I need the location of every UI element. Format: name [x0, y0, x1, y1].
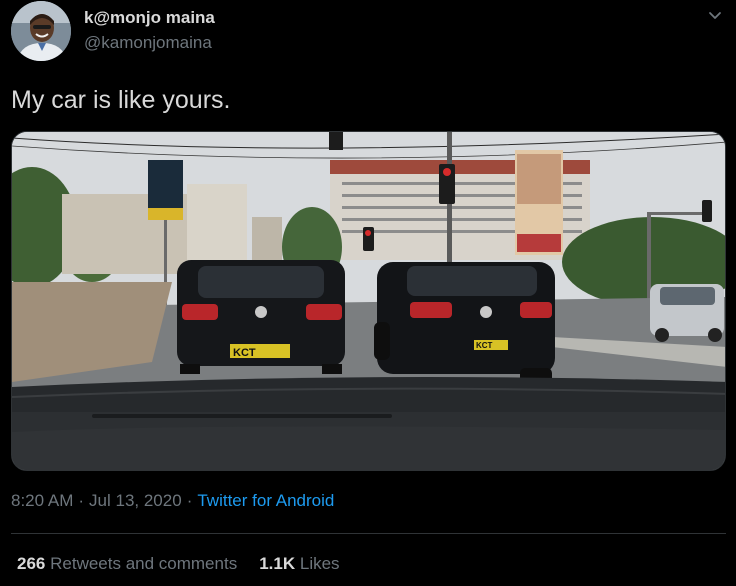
likes-label: Likes	[299, 554, 340, 573]
display-name[interactable]: k@monjo maina	[84, 8, 215, 28]
tweet-time[interactable]: 8:20 AM	[11, 491, 73, 510]
retweets-count: 266	[17, 554, 46, 573]
retweets-label: Retweets and comments	[50, 554, 238, 573]
divider	[11, 533, 726, 534]
avatar[interactable]	[11, 1, 71, 61]
tweet-text: My car is like yours.	[11, 86, 231, 114]
tweet-stats: 266 Retweets and comments 1.1K Likes	[17, 554, 340, 574]
separator: ·	[186, 491, 193, 510]
tweet-meta: 8:20 AM · Jul 13, 2020 · Twitter for Android	[11, 491, 334, 511]
likes-count: 1.1K	[259, 554, 296, 573]
chevron-down-icon[interactable]	[706, 7, 724, 25]
user-handle[interactable]: @kamonjomaina	[84, 33, 212, 53]
retweets-stat[interactable]: 266 Retweets and comments	[17, 554, 237, 573]
plate-text-right: KCT	[476, 341, 493, 350]
plate-text-left: KCT	[233, 347, 256, 359]
tweet-photo[interactable]: KCT KCT	[11, 131, 726, 471]
tweet-date[interactable]: Jul 13, 2020	[89, 491, 182, 510]
tweet-source-link[interactable]: Twitter for Android	[197, 491, 334, 510]
likes-stat[interactable]: 1.1K Likes	[259, 554, 339, 573]
separator: ·	[78, 491, 85, 510]
